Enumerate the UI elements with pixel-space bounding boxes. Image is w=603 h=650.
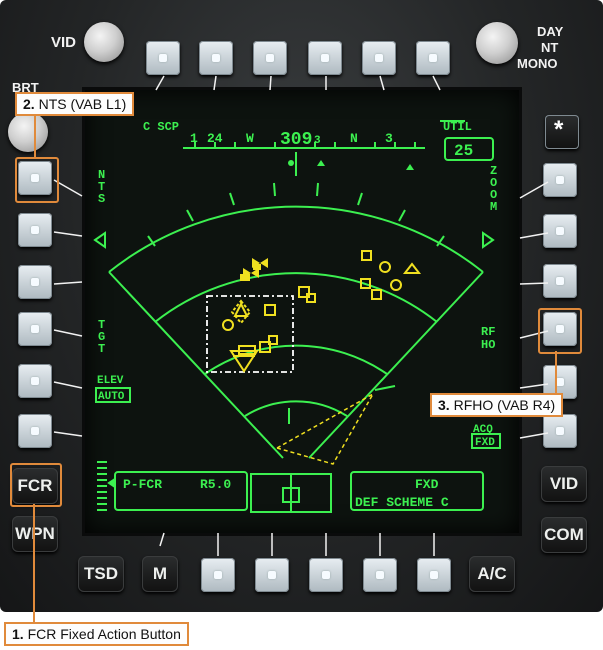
vid-button[interactable]: VID xyxy=(541,466,587,502)
nts-callout-line xyxy=(34,113,36,157)
acq-label: ACQ xyxy=(473,424,493,436)
callout-fcr-text: FCR Fixed Action Button xyxy=(23,626,181,642)
vab-b5[interactable] xyxy=(417,558,451,592)
vab-l3[interactable] xyxy=(18,265,52,299)
callout-rfho: 3. RFHO (VAB R4) xyxy=(430,393,564,417)
fcr-callout-line xyxy=(33,504,35,624)
zoom-value: 25 xyxy=(454,142,473,160)
callout-rfho-number: 3. xyxy=(438,397,450,413)
day-label: DAY xyxy=(537,24,564,39)
fcr-range-label: R5.0 xyxy=(200,477,231,492)
mode-knob[interactable] xyxy=(476,22,518,64)
vab-l5[interactable] xyxy=(18,364,52,398)
acq-mode: FXD xyxy=(475,437,495,449)
vid-knob-label: VID xyxy=(51,34,77,51)
callout-nts: 2. NTS (VAB L1) xyxy=(15,92,135,116)
fcr-mode-label: P-FCR xyxy=(123,477,162,492)
rfho-label: RF HO xyxy=(481,325,495,352)
mpd-screen: C SCP UTIL 1 24 W 309 3 N 3 25 NTS TGT E… xyxy=(85,90,519,533)
vab-t6[interactable] xyxy=(416,41,450,75)
zoom-label: ZOOM xyxy=(490,164,497,214)
fcr-page: C SCP UTIL 1 24 W 309 3 N 3 25 NTS TGT E… xyxy=(93,120,501,513)
ac-button[interactable]: A/C xyxy=(469,556,515,592)
vab-b3[interactable] xyxy=(309,558,343,592)
com-button[interactable]: COM xyxy=(541,517,587,553)
callout-fcr-number: 1. xyxy=(12,626,24,642)
star-label: * xyxy=(554,116,564,143)
heading-tick-w: W xyxy=(246,131,254,146)
vab-t3[interactable] xyxy=(253,41,287,75)
heading-tick-1: 1 xyxy=(190,131,198,146)
heading-tick-n: N xyxy=(350,131,358,146)
vab-t1[interactable] xyxy=(146,41,180,75)
target-symbols xyxy=(222,250,422,373)
tgt-label: TGT xyxy=(98,318,105,356)
mono-label: MONO xyxy=(517,56,558,71)
rfho-highlight xyxy=(538,308,582,354)
callout-rfho-text: RFHO (VAB R4) xyxy=(449,397,556,413)
fcr-highlight xyxy=(10,463,62,507)
video-knob[interactable] xyxy=(84,22,124,62)
vab-b2[interactable] xyxy=(255,558,289,592)
vab-b4[interactable] xyxy=(363,558,397,592)
scheme-mode-label: FXD xyxy=(415,477,439,492)
c-scp-label: C SCP xyxy=(143,120,179,134)
symbology xyxy=(93,120,501,513)
vab-l6[interactable] xyxy=(18,414,52,448)
brightness-knob[interactable] xyxy=(8,112,48,152)
m-button[interactable]: M xyxy=(142,556,178,592)
heading-tick-24: 24 xyxy=(207,131,223,146)
util-label: UTIL xyxy=(443,120,472,134)
vab-r1[interactable] xyxy=(543,163,577,197)
wpn-button[interactable]: WPN xyxy=(12,516,58,552)
vab-r2[interactable] xyxy=(543,214,577,248)
rfho-callout-line xyxy=(555,351,557,393)
star-button[interactable]: * xyxy=(545,115,579,149)
vab-t4[interactable] xyxy=(308,41,342,75)
nts-highlight xyxy=(15,157,59,203)
heading-value: 309 xyxy=(280,130,312,150)
elev-label: ELEV xyxy=(97,375,124,387)
vab-r3[interactable] xyxy=(543,264,577,298)
tsd-button[interactable]: TSD xyxy=(78,556,124,592)
callout-nts-number: 2. xyxy=(23,96,35,112)
callout-nts-text: NTS (VAB L1) xyxy=(34,96,127,112)
callout-fcr: 1. FCR Fixed Action Button xyxy=(4,622,189,646)
vab-t5[interactable] xyxy=(362,41,396,75)
vab-t2[interactable] xyxy=(199,41,233,75)
nts-label: NTS xyxy=(98,168,105,206)
vab-l2[interactable] xyxy=(18,213,52,247)
vab-l4[interactable] xyxy=(18,312,52,346)
heading-tick-3a: 3 xyxy=(314,135,321,147)
elev-mode: AUTO xyxy=(98,391,125,403)
nt-label: NT xyxy=(541,40,559,55)
vab-r6[interactable] xyxy=(543,414,577,448)
vab-b1[interactable] xyxy=(201,558,235,592)
scheme-name-label: DEF SCHEME C xyxy=(355,495,449,510)
heading-tick-3b: 3 xyxy=(385,131,393,146)
